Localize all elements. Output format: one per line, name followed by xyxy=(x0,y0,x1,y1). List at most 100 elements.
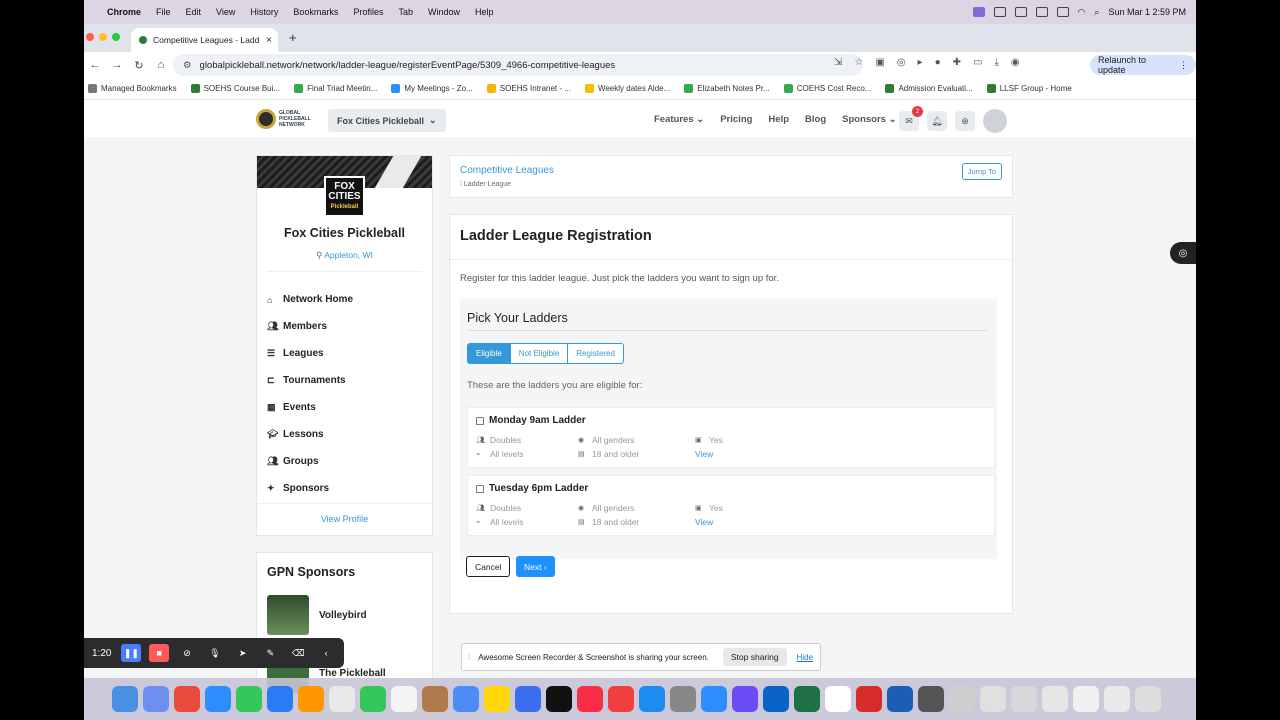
dock-app-icon[interactable] xyxy=(422,686,448,712)
dock-app-icon[interactable] xyxy=(546,686,572,712)
side-menu-item[interactable]: 🎓︎ Lessons xyxy=(267,421,353,448)
dock-app-icon[interactable] xyxy=(236,686,262,712)
extension-icon[interactable]: ▣ xyxy=(875,57,884,68)
install-icon[interactable]: ⇲ xyxy=(834,57,842,68)
menu-edit[interactable]: Edit xyxy=(186,7,202,17)
bookmark-star-icon[interactable]: ☆ xyxy=(854,57,863,68)
nav-sponsors[interactable]: Sponsors ⌄ xyxy=(842,114,896,125)
nav-help[interactable]: Help xyxy=(768,114,789,125)
cloud-icon[interactable] xyxy=(1014,7,1027,17)
tab-close-icon[interactable]: × xyxy=(266,35,272,46)
menu-window[interactable]: Window xyxy=(428,7,460,17)
dock-app-icon[interactable] xyxy=(174,686,200,712)
side-menu-item[interactable]: ✦ Sponsors xyxy=(267,475,353,502)
clock[interactable]: Sun Mar 1 2:59 PM xyxy=(1108,7,1186,17)
next-button[interactable]: Next › xyxy=(516,556,555,577)
status-app-icon[interactable] xyxy=(993,7,1006,17)
nav-features[interactable]: Features ⌄ xyxy=(654,114,704,125)
dock-app-icon[interactable] xyxy=(391,686,417,712)
dock-app-icon[interactable] xyxy=(298,686,324,712)
view-profile-link[interactable]: View Profile xyxy=(257,503,432,535)
dock-app-icon[interactable] xyxy=(1011,686,1037,712)
jump-to-button[interactable]: Jump To xyxy=(961,163,1002,180)
collapse-icon[interactable]: ‹ xyxy=(316,644,336,662)
bookmark-item[interactable]: SOEHS Intranet - ... xyxy=(486,84,571,93)
menu-help[interactable]: Help xyxy=(475,7,494,17)
tab-active[interactable]: Competitive Leagues - Ladd × xyxy=(131,28,278,52)
bookmark-item[interactable]: SOEHS Course Bui... xyxy=(190,84,280,93)
dock-app-icon[interactable] xyxy=(639,686,665,712)
spotlight-icon[interactable]: ⌕ xyxy=(1094,7,1099,18)
menu-history[interactable]: History xyxy=(250,7,278,17)
club-location[interactable]: ⚲ Appleton, WI xyxy=(257,250,432,261)
bookmark-item[interactable]: My Meetings - Zo... xyxy=(391,84,473,93)
wifi-icon[interactable]: ◠ xyxy=(1078,7,1086,18)
menu-app-name[interactable]: Chrome xyxy=(107,7,141,17)
microphone-icon[interactable]: 🎙︎ xyxy=(205,644,225,662)
bookmark-item[interactable]: Admission Evaluati... xyxy=(885,84,973,93)
zoom-status-icon[interactable] xyxy=(1035,7,1048,17)
ladder-view-link[interactable]: View xyxy=(695,517,713,527)
menu-profiles[interactable]: Profiles xyxy=(353,7,383,17)
side-menu-item[interactable]: ▦ Events xyxy=(267,394,353,421)
screen-record-icon[interactable] xyxy=(972,7,985,17)
extension-icon-2[interactable]: ◎ xyxy=(897,57,906,68)
recorder-extension-icon[interactable]: ● xyxy=(935,57,941,68)
dock-app-icon[interactable] xyxy=(949,686,975,712)
side-menu-item[interactable]: ⌂ Network Home xyxy=(267,286,353,313)
bookmark-item[interactable]: Final Triad Meetin... xyxy=(294,84,377,93)
forward-icon[interactable]: → xyxy=(106,59,128,71)
filter-registered[interactable]: Registered xyxy=(568,343,624,364)
dock-app-icon[interactable] xyxy=(1073,686,1099,712)
extension-icon-3[interactable]: ▸ xyxy=(918,57,923,68)
filter-eligible[interactable]: Eligible xyxy=(467,343,511,364)
dock-app-icon[interactable] xyxy=(1042,686,1068,712)
dock-app-icon[interactable] xyxy=(360,686,386,712)
zoom-window-icon[interactable] xyxy=(112,33,120,41)
home-icon[interactable]: ⌂ xyxy=(150,59,172,71)
ladder-checkbox[interactable] xyxy=(476,485,484,493)
minimize-window-icon[interactable] xyxy=(99,33,107,41)
dock-app-icon[interactable] xyxy=(143,686,169,712)
download-icon[interactable]: ⤓ xyxy=(994,57,998,68)
dock-app-icon[interactable] xyxy=(763,686,789,712)
back-icon[interactable]: ← xyxy=(84,59,106,71)
nav-blog[interactable]: Blog xyxy=(805,114,826,125)
sponsor-item[interactable]: Volleybird xyxy=(267,595,367,635)
dock-app-icon[interactable] xyxy=(701,686,727,712)
menu-tab[interactable]: Tab xyxy=(398,7,413,17)
drag-handle-icon[interactable]: ⁞ xyxy=(468,653,470,662)
dock-app-icon[interactable] xyxy=(918,686,944,712)
cancel-button[interactable]: Cancel xyxy=(466,556,511,577)
ladder-checkbox[interactable] xyxy=(476,417,484,425)
dock-app-icon[interactable] xyxy=(112,686,138,712)
dock-app-icon[interactable] xyxy=(267,686,293,712)
add-button[interactable]: ⊕ xyxy=(955,111,975,131)
dock-app-icon[interactable] xyxy=(515,686,541,712)
nav-pricing[interactable]: Pricing xyxy=(720,114,752,125)
profile-icon[interactable]: ◉ xyxy=(1011,57,1020,68)
cast-icon[interactable]: ▭ xyxy=(973,57,982,68)
user-avatar[interactable] xyxy=(983,109,1007,133)
dock-app-icon[interactable] xyxy=(484,686,510,712)
battery-icon[interactable] xyxy=(1056,7,1069,17)
pause-icon[interactable]: ❚❚ xyxy=(121,644,142,662)
dock-app-icon[interactable] xyxy=(1104,686,1130,712)
stop-sharing-button[interactable]: Stop sharing xyxy=(722,648,787,666)
network-select[interactable]: Fox Cities Pickleball ⌄ xyxy=(328,109,446,132)
menu-file[interactable]: File xyxy=(156,7,171,17)
dock-app-icon[interactable] xyxy=(856,686,882,712)
dock-app-icon[interactable] xyxy=(205,686,231,712)
bookmark-item[interactable]: COEHS Cost Reco... xyxy=(783,84,871,93)
dock-app-icon[interactable] xyxy=(670,686,696,712)
clear-icon[interactable]: ⌫ xyxy=(288,644,308,662)
side-menu-item[interactable]: ☰ Leagues xyxy=(267,340,353,367)
side-menu-item[interactable]: 👥︎ Groups xyxy=(267,448,353,475)
dock-app-icon[interactable] xyxy=(608,686,634,712)
dock-app-icon[interactable] xyxy=(453,686,479,712)
new-tab-icon[interactable]: + xyxy=(289,30,297,45)
relaunch-button[interactable]: Relaunch to update ⋮ xyxy=(1090,55,1196,75)
gpn-logo[interactable]: GLOBAL PICKLEBALL NETWORK xyxy=(256,109,321,129)
dock-app-icon[interactable] xyxy=(794,686,820,712)
camera-off-icon[interactable]: ⊘ xyxy=(177,644,197,662)
